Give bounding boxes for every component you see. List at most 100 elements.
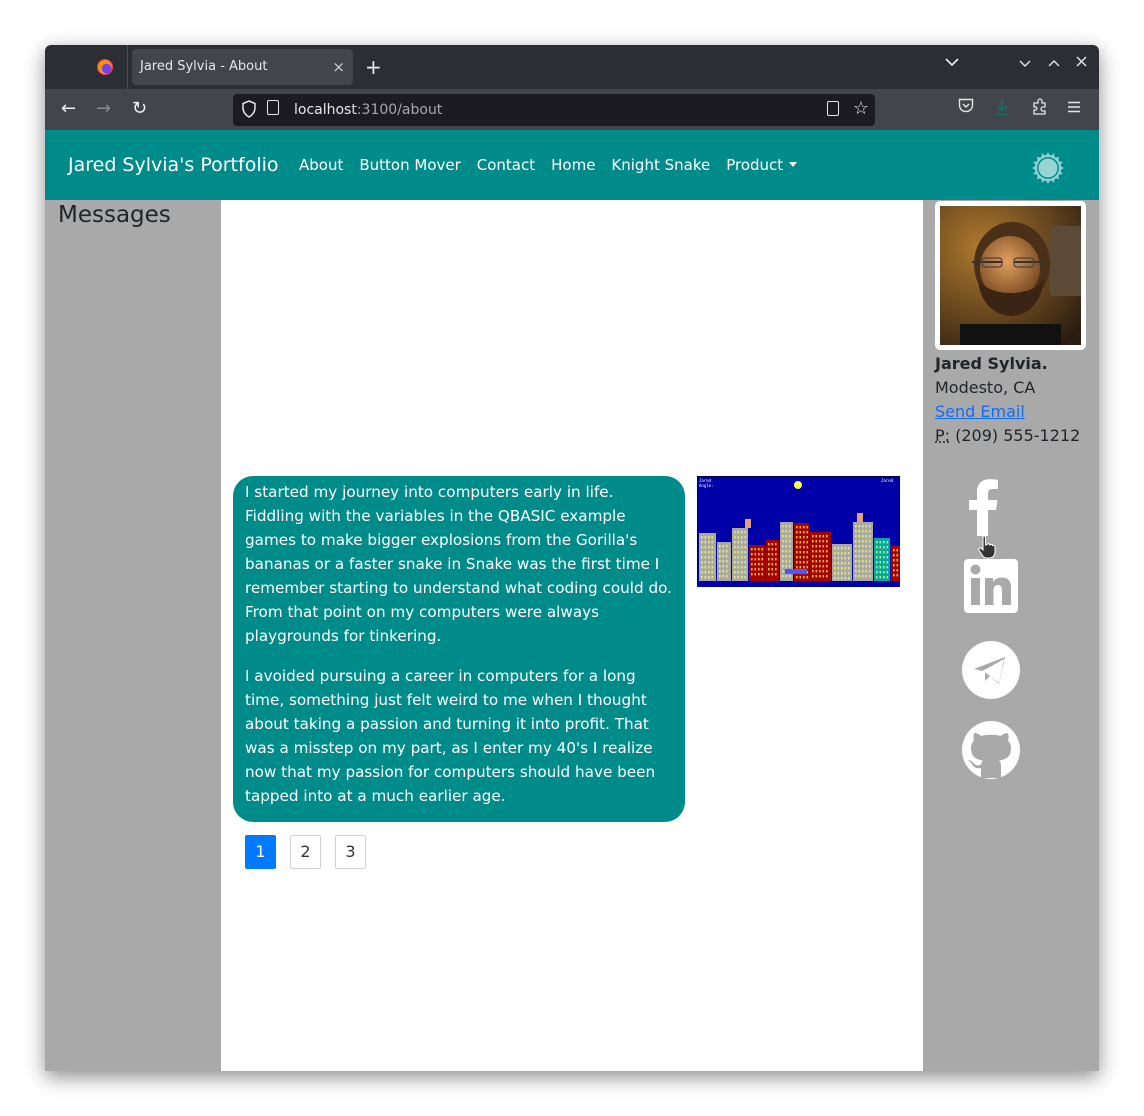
- site-brand-link[interactable]: Jared Sylvia's Portfolio: [68, 152, 279, 178]
- extensions-button[interactable]: [1032, 98, 1048, 119]
- building-window: [822, 570, 825, 573]
- building-window: [799, 576, 802, 579]
- building-window: [768, 568, 770, 571]
- shield-icon[interactable]: [241, 100, 257, 118]
- building-window: [768, 558, 770, 561]
- building-window: [883, 561, 885, 564]
- building-window: [704, 571, 707, 574]
- nav-link-knight-snake[interactable]: Knight Snake: [611, 155, 710, 175]
- browser-window: Jared Sylvia - About × + ← → ↻ localhost…: [45, 45, 1099, 1071]
- building-window: [841, 547, 843, 550]
- building-window: [806, 526, 809, 529]
- linkedin-icon[interactable]: [961, 556, 1021, 616]
- building-window: [719, 550, 721, 553]
- building-window: [876, 556, 878, 559]
- sun-icon[interactable]: [1031, 151, 1065, 185]
- building-window: [806, 531, 809, 534]
- building-window: [837, 552, 840, 555]
- building-window: [869, 525, 871, 528]
- page-button-3[interactable]: 3: [335, 835, 366, 869]
- building-window: [771, 553, 774, 556]
- tab-close-icon[interactable]: ×: [332, 49, 345, 85]
- building-window: [848, 572, 850, 575]
- building-window: [896, 549, 899, 552]
- building-window: [862, 545, 864, 548]
- building-window: [741, 571, 743, 574]
- building-window: [879, 546, 882, 549]
- pocket-button[interactable]: [958, 98, 974, 117]
- building-window: [855, 530, 857, 533]
- building-window: [879, 576, 882, 579]
- building-window: [865, 540, 868, 543]
- building-window: [855, 525, 857, 528]
- building-window: [844, 567, 847, 570]
- building-window: [704, 561, 707, 564]
- building-window: [858, 560, 861, 563]
- building-window: [737, 566, 740, 569]
- new-tab-button[interactable]: +: [365, 53, 382, 81]
- list-all-tabs-button[interactable]: [945, 55, 959, 71]
- github-icon[interactable]: [961, 720, 1021, 780]
- firefox-logo-icon: [97, 59, 113, 75]
- building-window: [812, 535, 814, 538]
- building-window: [869, 545, 871, 548]
- building-window: [744, 531, 747, 534]
- facebook-icon[interactable]: [961, 476, 1021, 536]
- nav-link-contact[interactable]: Contact: [477, 155, 535, 175]
- building-window: [734, 531, 736, 534]
- bookmark-star-icon[interactable]: ☆: [853, 98, 869, 119]
- building-window: [848, 567, 850, 570]
- building-window: [803, 546, 805, 549]
- reader-view-icon[interactable]: [827, 101, 839, 116]
- back-button[interactable]: ←: [61, 97, 76, 121]
- building-window: [775, 558, 777, 561]
- reload-button[interactable]: ↻: [132, 97, 147, 121]
- forward-button[interactable]: →: [96, 97, 111, 121]
- building-window: [737, 551, 740, 554]
- building-window: [862, 550, 864, 553]
- building-window: [819, 535, 821, 538]
- building-window: [711, 551, 714, 554]
- building-window: [789, 525, 791, 528]
- nav-dropdown-product[interactable]: Product: [726, 155, 798, 175]
- building-window: [704, 551, 707, 554]
- building-window: [796, 551, 798, 554]
- building-window: [812, 575, 814, 578]
- building-window: [796, 531, 798, 534]
- nav-link-about[interactable]: About: [299, 155, 343, 175]
- building-window: [837, 562, 840, 565]
- building-window: [744, 536, 747, 539]
- building-window: [737, 541, 740, 544]
- building-window: [883, 576, 885, 579]
- building-window: [876, 576, 878, 579]
- close-window-button[interactable]: [1076, 55, 1087, 71]
- building-window: [896, 564, 899, 567]
- url-text[interactable]: localhost:3100/about: [294, 94, 442, 126]
- building-window: [741, 536, 743, 539]
- building-window: [869, 570, 871, 573]
- nav-link-home[interactable]: Home: [551, 155, 595, 175]
- building-window: [708, 536, 710, 539]
- building-window: [799, 526, 802, 529]
- building-window: [826, 555, 828, 558]
- send-email-link[interactable]: Send Email: [935, 402, 1025, 421]
- page-button-1[interactable]: 1: [245, 835, 276, 869]
- building-window: [758, 553, 760, 556]
- page-info-icon[interactable]: [267, 100, 279, 115]
- building-window: [826, 550, 828, 553]
- downloads-button[interactable]: [994, 98, 1010, 120]
- tab-active[interactable]: Jared Sylvia - About ×: [132, 49, 353, 85]
- minimize-button[interactable]: [1019, 55, 1031, 71]
- maximize-button[interactable]: [1048, 55, 1060, 71]
- address-bar[interactable]: localhost:3100/about ☆: [233, 94, 875, 126]
- building-window: [806, 536, 809, 539]
- hamburger-menu-icon: [1068, 101, 1080, 113]
- page-button-2[interactable]: 2: [290, 835, 321, 869]
- nav-link-button-mover[interactable]: Button Mover: [359, 155, 460, 175]
- telegram-icon[interactable]: [961, 640, 1021, 700]
- building-window: [711, 566, 714, 569]
- building-window: [782, 565, 784, 568]
- building-window: [848, 562, 850, 565]
- app-menu-button[interactable]: [1067, 98, 1081, 117]
- building-window: [848, 557, 850, 560]
